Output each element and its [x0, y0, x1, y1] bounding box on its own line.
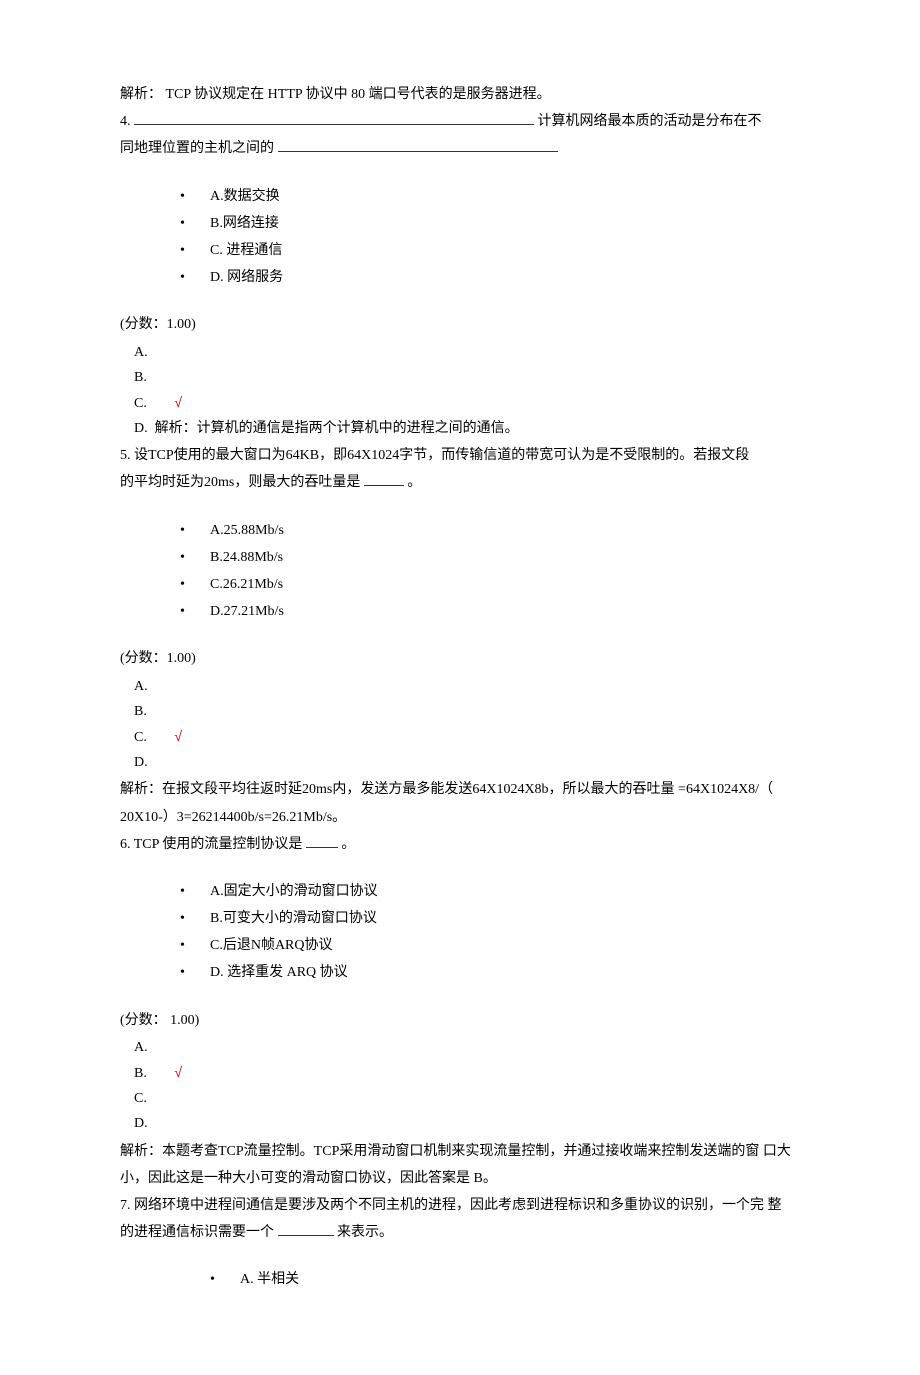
q4-option-b: B.网络连接 [180, 211, 810, 236]
q6-answer-d: D. [120, 1111, 810, 1136]
q7-stem-line2: 的进程通信标识需要一个 来表示。 [120, 1220, 810, 1245]
q4-number: 4. [120, 114, 131, 129]
q5-answer-a: A. [120, 674, 810, 699]
q6-answer-block: (分数： 1.00) A. B. √ C. D. [120, 1008, 810, 1137]
q4-stem-line2: 同地理位置的主机之间的 [120, 136, 810, 161]
q5-stem-line2: 的平均时延为20ms，则最大的吞吐量是 。 [120, 470, 810, 495]
q7-stem-line1: 7. 网络环境中进程间通信是要涉及两个不同主机的进程，因此考虑到进程标识和多重协… [120, 1193, 810, 1218]
q4-answer-b: B. [120, 365, 810, 390]
q3-analysis: 解析： TCP 协议规定在 HTTP 协议中 80 端口号代表的是服务器进程。 [120, 82, 810, 107]
q6-option-a: A.固定大小的滑动窗口协议 [180, 879, 810, 904]
q5-answer-c: C. √ [120, 724, 810, 750]
q4-answer-c: C. √ [120, 390, 810, 416]
q6-option-b: B.可变大小的滑动窗口协议 [180, 906, 810, 931]
q5-stem-text2a: 的平均时延为20ms，则最大的吞吐量是 [120, 475, 360, 490]
q4-stem-text2: 同地理位置的主机之间的 [120, 141, 274, 156]
check-icon: √ [174, 728, 182, 744]
q5-options: A.25.88Mb/s B.24.88Mb/s C.26.21Mb/s D.27… [120, 518, 810, 625]
q6-option-c: C.后退N帧ARQ协议 [180, 933, 810, 958]
q7-stem-text2b: 来表示。 [337, 1225, 393, 1240]
q6-stem-text-b: 。 [341, 837, 355, 852]
q4-stem-text1: 计算机网络最本质的活动是分布在不 [538, 114, 762, 129]
q6-score: (分数： 1.00) [120, 1008, 810, 1033]
q4-answer-block: (分数：1.00) A. B. C. √ D. 解析：计算机的通信是指两个计算机… [120, 312, 810, 441]
q5-stem-text2b: 。 [407, 475, 421, 490]
q5-option-d: D.27.21Mb/s [180, 599, 810, 624]
q5-answer-block: (分数：1.00) A. B. C. √ D. [120, 646, 810, 775]
q6-option-d: D. 选择重发 ARQ 协议 [180, 960, 810, 985]
check-icon: √ [174, 394, 182, 410]
q5-analysis-line2: 20X10-）3=26214400b/s=26.21Mb/s。 [120, 805, 810, 830]
q5-option-c: C.26.21Mb/s [180, 572, 810, 597]
q4-blank1 [134, 110, 534, 125]
q7-blank [278, 1221, 334, 1236]
q6-blank [306, 833, 338, 848]
q4-blank2 [278, 137, 558, 152]
q4-answer-a: A. [120, 340, 810, 365]
q4-option-c: C. 进程通信 [180, 238, 810, 263]
q6-analysis-line2: 小，因此这是一种大小可变的滑动窗口协议，因此答案是 B。 [120, 1166, 810, 1191]
q5-blank [364, 471, 404, 486]
q6-stem: 6. TCP 使用的流量控制协议是 。 [120, 832, 810, 857]
q6-answer-c: C. [120, 1086, 810, 1111]
q4-score: (分数：1.00) [120, 312, 810, 337]
q5-answer-d: D. [120, 750, 810, 775]
q5-stem-line1: 5. 设TCP使用的最大窗口为64KB，即64X1024字节，而传输信道的带宽可… [120, 443, 810, 468]
q6-answer-a: A. [120, 1035, 810, 1060]
q4-answer-d-label: D. [134, 421, 148, 436]
q4-option-d: D. 网络服务 [180, 265, 810, 290]
q5-option-b: B.24.88Mb/s [180, 545, 810, 570]
q4-answer-c-label: C. [134, 396, 147, 411]
q5-option-a: A.25.88Mb/s [180, 518, 810, 543]
q7-stem-text2a: 的进程通信标识需要一个 [120, 1225, 278, 1240]
q6-stem-text-a: 6. TCP 使用的流量控制协议是 [120, 837, 302, 852]
q4-options: A.数据交换 B.网络连接 C. 进程通信 D. 网络服务 [120, 184, 810, 291]
q7-options: A. 半相关 [120, 1267, 810, 1292]
q7-option-a: A. 半相关 [180, 1267, 810, 1292]
q5-analysis-line1: 解析：在报文段平均往返时延20ms内，发送方最多能发送64X1024X8b，所以… [120, 777, 810, 802]
q4-answer-d: D. 解析：计算机的通信是指两个计算机中的进程之间的通信。 [120, 416, 810, 441]
q4-stem-line1: 4. 计算机网络最本质的活动是分布在不 [120, 109, 810, 134]
q6-answer-b-label: B. [134, 1066, 147, 1081]
q6-answer-b: B. √ [120, 1060, 810, 1086]
q4-option-a: A.数据交换 [180, 184, 810, 209]
check-icon: √ [174, 1064, 182, 1080]
q5-answer-b: B. [120, 699, 810, 724]
q6-analysis-line1: 解析：本题考查TCP流量控制。TCP采用滑动窗口机制来实现流量控制，并通过接收端… [120, 1139, 810, 1164]
q5-score: (分数：1.00) [120, 646, 810, 671]
q4-analysis: 解析：计算机的通信是指两个计算机中的进程之间的通信。 [155, 421, 519, 436]
q6-options: A.固定大小的滑动窗口协议 B.可变大小的滑动窗口协议 C.后退N帧ARQ协议 … [120, 879, 810, 986]
q5-answer-c-label: C. [134, 730, 147, 745]
